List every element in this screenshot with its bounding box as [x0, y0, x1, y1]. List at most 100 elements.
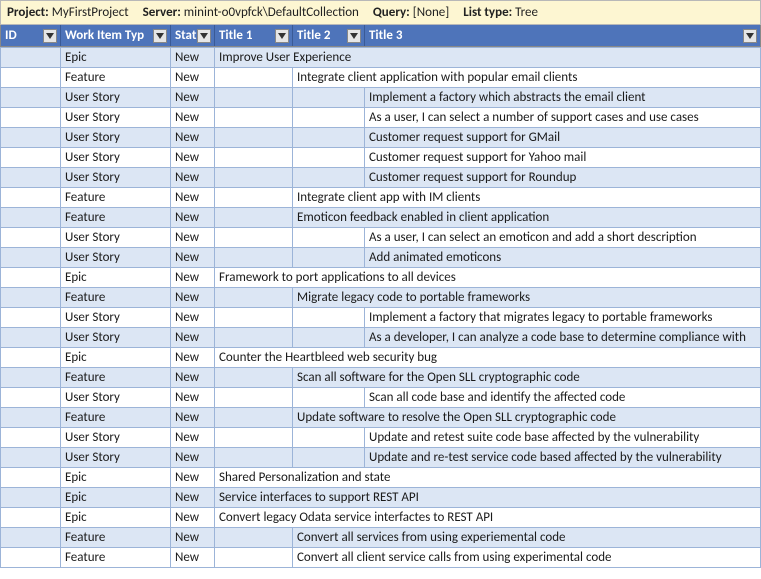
table-row[interactable]: FeatureNewConvert all client service cal…	[1, 548, 761, 568]
cell-title3[interactable]: Customer request support for Yahoo mail	[365, 148, 761, 168]
cell-id[interactable]	[1, 468, 61, 488]
cell-id[interactable]	[1, 368, 61, 388]
cell-state[interactable]: New	[171, 428, 215, 448]
cell-title2[interactable]	[293, 128, 365, 148]
filter-dropdown-icon[interactable]	[743, 29, 757, 43]
cell-title3[interactable]: Update and re-test service code based af…	[365, 448, 761, 468]
cell-id[interactable]	[1, 148, 61, 168]
filter-dropdown-icon[interactable]	[275, 29, 289, 43]
cell-type[interactable]: Feature	[61, 188, 171, 208]
table-row[interactable]: User StoryNewImplement a factory which a…	[1, 88, 761, 108]
table-row[interactable]: User StoryNewCustomer request support fo…	[1, 128, 761, 148]
cell-id[interactable]	[1, 248, 61, 268]
cell-title1[interactable]: Service interfaces to support REST API	[215, 488, 761, 508]
cell-id[interactable]	[1, 448, 61, 468]
table-row[interactable]: User StoryNewScan all code base and iden…	[1, 388, 761, 408]
cell-type[interactable]: User Story	[61, 328, 171, 348]
cell-type[interactable]: Feature	[61, 408, 171, 428]
cell-type[interactable]: User Story	[61, 108, 171, 128]
cell-state[interactable]: New	[171, 548, 215, 568]
cell-title1[interactable]	[215, 228, 293, 248]
cell-state[interactable]: New	[171, 348, 215, 368]
cell-title3[interactable]: Scan all code base and identify the affe…	[365, 388, 761, 408]
table-row[interactable]: User StoryNewImplement a factory that mi…	[1, 308, 761, 328]
cell-title2[interactable]: Convert all client service calls from us…	[293, 548, 761, 568]
cell-state[interactable]: New	[171, 508, 215, 528]
cell-title1[interactable]: Improve User Experience	[215, 48, 761, 68]
table-row[interactable]: User StoryNew Customer request support fo…	[1, 148, 761, 168]
table-row[interactable]: EpicNewService interfaces to support RES…	[1, 488, 761, 508]
cell-id[interactable]	[1, 168, 61, 188]
cell-title1[interactable]	[215, 528, 293, 548]
cell-title1[interactable]	[215, 168, 293, 188]
cell-title1[interactable]	[215, 128, 293, 148]
cell-type[interactable]: Epic	[61, 468, 171, 488]
cell-id[interactable]	[1, 328, 61, 348]
cell-title1[interactable]	[215, 88, 293, 108]
filter-dropdown-icon[interactable]	[347, 29, 361, 43]
table-row[interactable]: FeatureNew Convert all services from usin…	[1, 528, 761, 548]
cell-type[interactable]: User Story	[61, 428, 171, 448]
cell-type[interactable]: Feature	[61, 288, 171, 308]
cell-state[interactable]: New	[171, 148, 215, 168]
cell-type[interactable]: Epic	[61, 348, 171, 368]
cell-title2[interactable]	[293, 228, 365, 248]
cell-state[interactable]: New	[171, 188, 215, 208]
cell-title1[interactable]	[215, 368, 293, 388]
table-row[interactable]: User StoryNew As a user, I can select a n…	[1, 108, 761, 128]
table-row[interactable]: FeatureNew Integrate client app with IM c…	[1, 188, 761, 208]
cell-state[interactable]: New	[171, 48, 215, 68]
cell-title2[interactable]	[293, 308, 365, 328]
cell-title1[interactable]: Convert legacy Odata service interfactes…	[215, 508, 761, 528]
cell-title2[interactable]: Integrate client app with IM clients	[293, 188, 761, 208]
table-row[interactable]: EpicNewConvert legacy Odata service inte…	[1, 508, 761, 528]
cell-type[interactable]: Epic	[61, 268, 171, 288]
cell-title3[interactable]: Update and retest suite code base affect…	[365, 428, 761, 448]
cell-title1[interactable]	[215, 288, 293, 308]
cell-title2[interactable]	[293, 168, 365, 188]
cell-id[interactable]	[1, 428, 61, 448]
cell-type[interactable]: User Story	[61, 148, 171, 168]
cell-state[interactable]: New	[171, 528, 215, 548]
cell-id[interactable]	[1, 548, 61, 568]
cell-type[interactable]: User Story	[61, 228, 171, 248]
cell-type[interactable]: Feature	[61, 528, 171, 548]
cell-state[interactable]: New	[171, 228, 215, 248]
column-header-state[interactable]: Stat	[171, 25, 215, 46]
cell-title3[interactable]: Add animated emoticons	[365, 248, 761, 268]
cell-type[interactable]: Feature	[61, 68, 171, 88]
cell-title1[interactable]	[215, 248, 293, 268]
cell-type[interactable]: Epic	[61, 48, 171, 68]
cell-title1[interactable]	[215, 188, 293, 208]
table-row[interactable]: EpicNewShared Personalization and state	[1, 468, 761, 488]
cell-title1[interactable]: Counter the Heartbleed web security bug	[215, 348, 761, 368]
table-row[interactable]: User StoryNewUpdate and re-test service …	[1, 448, 761, 468]
cell-title1[interactable]	[215, 308, 293, 328]
cell-title2[interactable]	[293, 108, 365, 128]
table-row[interactable]: EpicNewImprove User Experience	[1, 48, 761, 68]
cell-title3[interactable]: Customer request support for Roundup	[365, 168, 761, 188]
cell-title1[interactable]	[215, 108, 293, 128]
cell-id[interactable]	[1, 188, 61, 208]
cell-state[interactable]: New	[171, 248, 215, 268]
cell-title1[interactable]	[215, 68, 293, 88]
cell-state[interactable]: New	[171, 128, 215, 148]
cell-title2[interactable]: Convert all services from using experiem…	[293, 528, 761, 548]
cell-type[interactable]: User Story	[61, 168, 171, 188]
cell-id[interactable]	[1, 308, 61, 328]
cell-state[interactable]: New	[171, 208, 215, 228]
cell-title1[interactable]	[215, 408, 293, 428]
cell-state[interactable]: New	[171, 68, 215, 88]
cell-id[interactable]	[1, 108, 61, 128]
cell-type[interactable]: User Story	[61, 128, 171, 148]
table-row[interactable]: FeatureNewMigrate legacy code to portabl…	[1, 288, 761, 308]
cell-state[interactable]: New	[171, 488, 215, 508]
filter-dropdown-icon[interactable]	[197, 29, 211, 43]
cell-state[interactable]: New	[171, 388, 215, 408]
cell-state[interactable]: New	[171, 108, 215, 128]
filter-dropdown-icon[interactable]	[153, 29, 167, 43]
cell-title3[interactable]: As a user, I can select a number of supp…	[365, 108, 761, 128]
cell-title3[interactable]: Implement a factory that migrates legacy…	[365, 308, 761, 328]
cell-title3[interactable]: As a user, I can select an emoticon and …	[365, 228, 761, 248]
cell-state[interactable]: New	[171, 268, 215, 288]
